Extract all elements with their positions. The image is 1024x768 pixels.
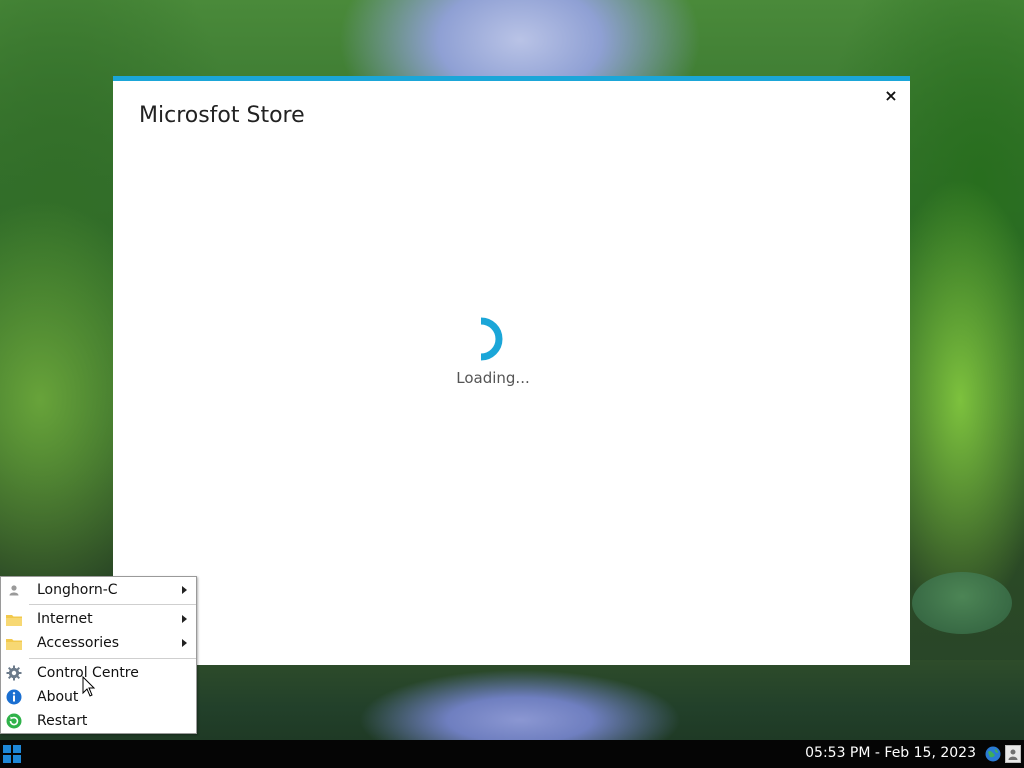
submenu-arrow-icon	[182, 586, 187, 594]
start-menu: Longhorn-C Internet Accessories Control …	[0, 576, 197, 734]
menu-separator	[29, 658, 196, 659]
window-title: Microsfot Store	[139, 103, 305, 128]
menu-item-label: Control Centre	[37, 665, 139, 681]
folder-icon	[1, 613, 27, 626]
menu-item-about[interactable]: About	[1, 685, 196, 709]
globe-icon[interactable]	[985, 746, 1001, 762]
taskbar: 05:53 PM - Feb 15, 2023	[0, 740, 1024, 768]
folder-icon	[1, 637, 27, 650]
menu-item-label: Restart	[37, 713, 88, 729]
menu-item-internet[interactable]: Internet	[1, 607, 196, 631]
loading-text: Loading...	[456, 369, 530, 387]
menu-item-label: About	[37, 689, 79, 705]
submenu-arrow-icon	[182, 615, 187, 623]
info-icon	[1, 689, 27, 705]
loading-spinner-icon	[480, 317, 503, 361]
menu-item-restart[interactable]: Restart	[1, 709, 196, 733]
windows-logo-icon[interactable]	[2, 744, 22, 764]
menu-item-label: Internet	[37, 611, 93, 627]
menu-item-label: Longhorn-C	[37, 582, 118, 598]
gear-icon	[1, 665, 27, 681]
menu-item-longhorn-c[interactable]: Longhorn-C	[1, 578, 196, 602]
menu-item-control-centre[interactable]: Control Centre	[1, 661, 196, 685]
menu-item-accessories[interactable]: Accessories	[1, 631, 196, 655]
lily-pad	[912, 572, 1012, 634]
close-button[interactable]: ×	[880, 85, 902, 107]
user-icon[interactable]	[1005, 745, 1021, 763]
submenu-arrow-icon	[182, 639, 187, 647]
menu-item-label: Accessories	[37, 635, 120, 651]
restart-icon	[1, 713, 27, 729]
store-window: Microsfot Store × Loading...	[113, 76, 910, 665]
taskbar-clock[interactable]: 05:53 PM - Feb 15, 2023	[805, 745, 976, 761]
user-icon	[1, 584, 27, 596]
menu-separator	[29, 604, 196, 605]
